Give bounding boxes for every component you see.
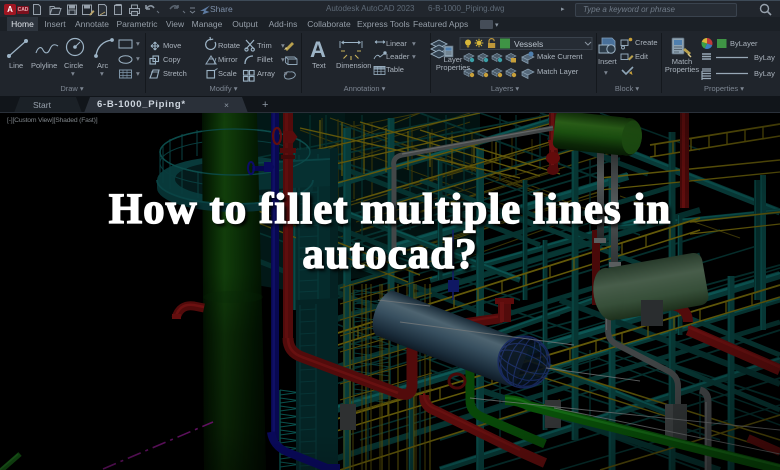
svg-text:Vessels: Vessels [514,39,543,49]
svg-text:A: A [310,37,326,62]
